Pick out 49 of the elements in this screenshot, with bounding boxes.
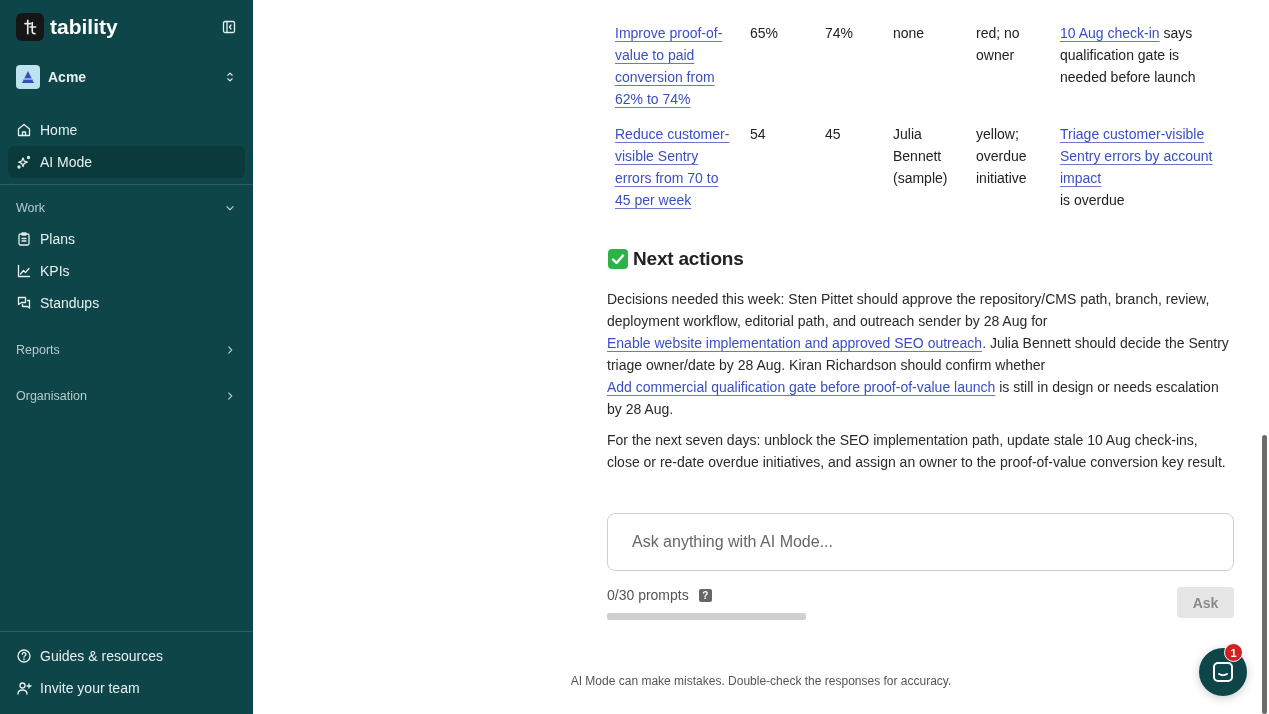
help-badge[interactable]: ? bbox=[698, 588, 712, 602]
sparkle-icon bbox=[16, 154, 32, 170]
table-cell: 10 Aug check-in says qualification gate is needed before launch bbox=[1060, 25, 1196, 85]
home-icon bbox=[16, 122, 32, 138]
nav-item[interactable]: AI Mode bbox=[8, 146, 245, 178]
workspace-switcher[interactable]: Acme bbox=[8, 62, 245, 92]
collapse-sidebar-icon bbox=[221, 19, 237, 35]
disclaimer: AI Mode can make mistakes. Double-check the responses for accuracy. bbox=[570, 674, 952, 688]
help-circle-icon bbox=[16, 648, 32, 664]
table-cell: yellow; overdue initiative bbox=[976, 126, 1027, 186]
section-header[interactable]: Organisation bbox=[8, 381, 245, 411]
nav-item[interactable]: Home bbox=[8, 114, 245, 146]
prompt-input[interactable]: Ask anything with AI Mode... bbox=[607, 513, 1234, 571]
key-result-link[interactable]: Improve proof-of-value to paid conversion from 62% to 74% bbox=[615, 22, 734, 110]
chat-icon bbox=[1211, 660, 1235, 684]
nav-item[interactable]: Standups bbox=[8, 287, 245, 319]
table-link[interactable]: Triage customer-visible Sentry errors by account impact bbox=[1060, 123, 1226, 189]
check-icon bbox=[607, 248, 629, 270]
nav-item[interactable]: Plans bbox=[8, 223, 245, 255]
initiative-link[interactable]: Add commercial qualification gate before proof-of-value launch bbox=[607, 379, 996, 395]
table-cell: red; no owner bbox=[976, 25, 1020, 63]
nav-item[interactable]: Guides & resources bbox=[8, 640, 245, 672]
nav-item[interactable]: Invite your team bbox=[8, 672, 245, 704]
paragraph: Decisions needed this week: Sten Pittet should approve the repository/CMS path, branch, review, deployment workflow, editorial path, and outreach sender by 28 Aug for Enable website implementation and approved SEO outreach. Julia Bennett should decide the Sentry triage owner/date by 28 Aug. Kiran Richardson should confirm whether Add commercial qualification gate before proof-of-value launch is still in design or needs escalation by 28 Aug. bbox=[607, 290, 1230, 419]
paragraph: For the next seven days: unblock the SEO implementation path, update stale 10 Aug check-ins, close or re-date overdue initiatives, and assign an owner to the proof-of-value conversion key result. bbox=[607, 431, 1227, 472]
workspace-icon bbox=[16, 65, 40, 89]
table-cell: 65% bbox=[750, 25, 779, 41]
line-chart-icon bbox=[16, 263, 32, 279]
section-title: Next actions bbox=[633, 248, 744, 270]
section-header[interactable]: Reports bbox=[8, 335, 245, 365]
nav-item[interactable]: KPIs bbox=[8, 255, 245, 287]
brand-name: tability bbox=[50, 15, 118, 39]
table-cell: 74% bbox=[825, 25, 854, 41]
chat-bubbles-icon bbox=[16, 295, 32, 311]
table-cell: 45 bbox=[825, 126, 841, 142]
section-header[interactable]: Work bbox=[8, 193, 245, 223]
table-link[interactable]: 10 Aug check-in bbox=[1060, 25, 1160, 41]
prompt-counter: 0/30 prompts bbox=[607, 587, 689, 603]
clipboard-icon bbox=[16, 231, 32, 247]
chat-button[interactable] bbox=[1199, 648, 1247, 696]
key-result-link[interactable]: Reduce customer-visible Sentry errors from 70 to 45 per week bbox=[615, 123, 734, 211]
scrollbar[interactable] bbox=[1262, 435, 1267, 714]
logo-icon bbox=[16, 13, 44, 41]
table-cell: none bbox=[893, 25, 925, 41]
table-cell: 54 bbox=[750, 126, 766, 142]
add-user-icon bbox=[16, 680, 32, 696]
initiative-link[interactable]: Enable website implementation and approved SEO outreach bbox=[607, 335, 983, 351]
table-cell: Julia Bennett (sample) bbox=[893, 126, 948, 186]
table-cell: is overdue bbox=[1060, 192, 1125, 208]
